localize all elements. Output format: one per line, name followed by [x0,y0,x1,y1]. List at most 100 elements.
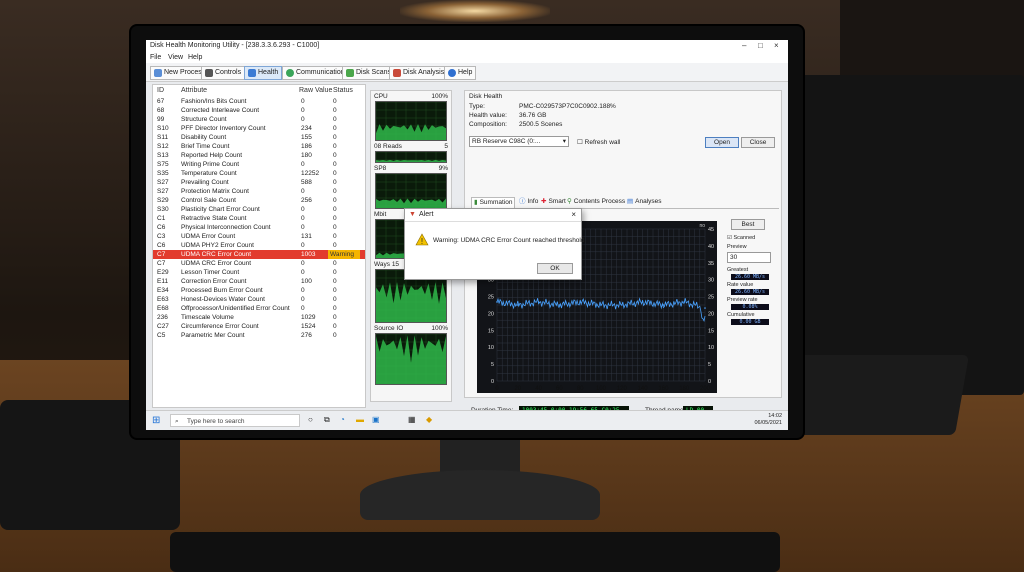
tab-info[interactable]: ⓘ Info [517,197,540,207]
health-app-icon[interactable]: ◆ [426,415,432,424]
cell-raw: 256 [301,197,312,204]
menu-file[interactable]: File [150,54,161,61]
cell-id: 99 [157,116,165,123]
dialog-close-button[interactable]: × [571,210,576,219]
table-row[interactable]: C7 UDMA CRC Error Count 1003 Warning [153,250,365,259]
cell-raw: 234 [301,125,312,132]
toolbar-health[interactable]: Health [244,66,283,80]
column-header-id[interactable]: ID [157,87,164,94]
toolbar-label: Disk Scans [356,69,392,76]
toolbar-controls[interactable]: Controls [201,66,246,80]
search-icon: ⌕ [175,418,179,425]
task-view-icon[interactable]: ○ [308,415,313,424]
table-row[interactable]: S27 Prevailing Count 588 0 [153,178,365,187]
toolbar-help[interactable]: Help [444,66,477,80]
cell-id: S29 [157,197,169,204]
x-tick-label: 0 [495,386,499,392]
folder-icon[interactable]: ▬ [356,415,364,424]
start-windows-icon[interactable]: ⊞ [152,415,160,426]
table-row[interactable]: E11 Correction Error Count 100 0 [153,277,365,286]
perf-graph [375,333,447,385]
table-row[interactable]: 68 Corrected Interleave Count 0 0 [153,106,365,115]
cell-raw: 0 [301,287,305,294]
side-controls: Best ☑ Scanned Preview 30 Greatest 26.60… [727,219,777,359]
maximize-button[interactable]: □ [758,41,763,50]
cell-status: 0 [333,215,337,222]
table-row[interactable]: E63 Honest-Devices Water Count 0 0 [153,295,365,304]
table-row[interactable]: E29 Lesson Timer Count 0 0 [153,268,365,277]
title-bar: Disk Health Monitoring Utility - [238.3.… [146,40,788,54]
table-row[interactable]: C6 Physical Interconnection Count 0 0 [153,223,365,232]
table-row[interactable]: S10 PFF Director Inventory Count 234 0 [153,124,365,133]
y-tick-label-right: 10 [708,345,714,351]
store-icon[interactable]: ▣ [372,415,380,424]
tab-smart[interactable]: ✚ Smart [539,197,568,207]
table-row[interactable]: C7 UDMA CRC Error Count 0 0 [153,259,365,268]
table-row[interactable]: C5 Parametric Mer Count 276 0 [153,331,365,340]
refresh-checkbox[interactable]: ☐ Refresh wall [577,138,620,146]
y-tick-label-left: 5 [491,362,494,368]
table-row[interactable]: S75 Writing Prime Count 0 0 [153,160,365,169]
menu-view[interactable]: View [168,54,183,61]
table-row[interactable]: S27 Protection Matrix Count 0 0 [153,187,365,196]
cell-status: 0 [333,161,337,168]
edge-icon[interactable]: ◔ [340,415,345,424]
table-row[interactable]: S12 Brief Time Count 186 0 [153,142,365,151]
table-row[interactable]: C6 UDMA PHY2 Error Count 0 0 [153,241,365,250]
tab-analyses[interactable]: ▤ Analyses [625,197,664,207]
tab-label: Info [527,198,539,205]
tab-summation[interactable]: ▮ Summation [471,197,516,208]
table-row[interactable]: C3 UDMA Error Count 131 0 [153,232,365,241]
cell-id: 236 [157,314,168,321]
table-row[interactable]: 99 Structure Count 0 0 [153,115,365,124]
taskbar-search[interactable]: ⌕ Type here to search [170,414,300,427]
toolbar-label: Help [458,69,473,76]
toolbar-disk-scans[interactable]: Disk Scans [342,66,396,80]
menu-help[interactable]: Help [188,54,202,61]
minimize-button[interactable]: – [742,41,746,50]
table-row[interactable]: 236 Timescale Volume 1029 0 [153,313,365,322]
app-icon[interactable]: ▦ [408,415,416,424]
cell-status: 0 [333,98,337,105]
chevron-down-icon: ▾ [562,138,566,145]
column-header-attribute[interactable]: Attribute [181,87,207,94]
cell-status: 0 [333,125,337,132]
tab-contents-process[interactable]: ⚲ Contents Process [565,197,627,207]
data-point [600,304,602,306]
task-view-icon-2[interactable]: ⧉ [324,415,330,425]
cell-id: 67 [157,98,165,105]
keyboard-front [170,532,780,572]
preview-spinner[interactable]: 30 [727,252,771,263]
table-row[interactable]: C27 Circumference Error Count 1524 0 [153,322,365,331]
table-row[interactable]: 67 Fashion/Ins Bits Count 0 0 [153,97,365,106]
table-row[interactable]: S30 Plasticity Chart Error Count 0 0 [153,205,365,214]
cell-raw: 1524 [301,323,316,330]
table-row[interactable]: S11 Disability Count 155 0 [153,133,365,142]
close-button[interactable]: Close [741,137,775,148]
data-point [517,304,519,306]
table-row[interactable]: S35 Temperature Count 12252 0 [153,169,365,178]
ok-button[interactable]: OK [537,263,573,274]
open-button[interactable]: Open [705,137,739,148]
toolbar-disk-analysis[interactable]: Disk Analysis [389,66,449,80]
table-row[interactable]: E34 Processed Burn Error Count 0 0 [153,286,365,295]
cell-id: 68 [157,107,165,114]
table-row[interactable]: S29 Control Sale Count 256 0 [153,196,365,205]
scan-icon [346,69,354,77]
column-header-status[interactable]: Status [333,87,353,94]
drive-select[interactable]: RB Reserve C98C (0:... ▾ [469,136,569,147]
system-clock[interactable]: 14:02 06/05/2021 [754,413,782,427]
composition-value: 2500.5 Scenes [519,121,563,128]
data-point [662,304,665,306]
cell-id: S27 [157,188,169,195]
table-row[interactable]: S13 Reported Help Count 180 0 [153,151,365,160]
scanned-checkbox[interactable]: ☑ Scanned [727,235,755,241]
x-tick-label: 140 [638,386,649,392]
data-point [621,304,623,306]
table-row[interactable]: E68 Offprocessor/Unidentified Error Count… [153,304,365,313]
column-header-raw[interactable]: Raw Value [299,87,332,94]
table-row[interactable]: C1 Retractive State Count 0 0 [153,214,365,223]
best-button[interactable]: Best [731,219,765,230]
close-window-button[interactable]: × [774,41,779,50]
cell-raw: 0 [301,215,305,222]
